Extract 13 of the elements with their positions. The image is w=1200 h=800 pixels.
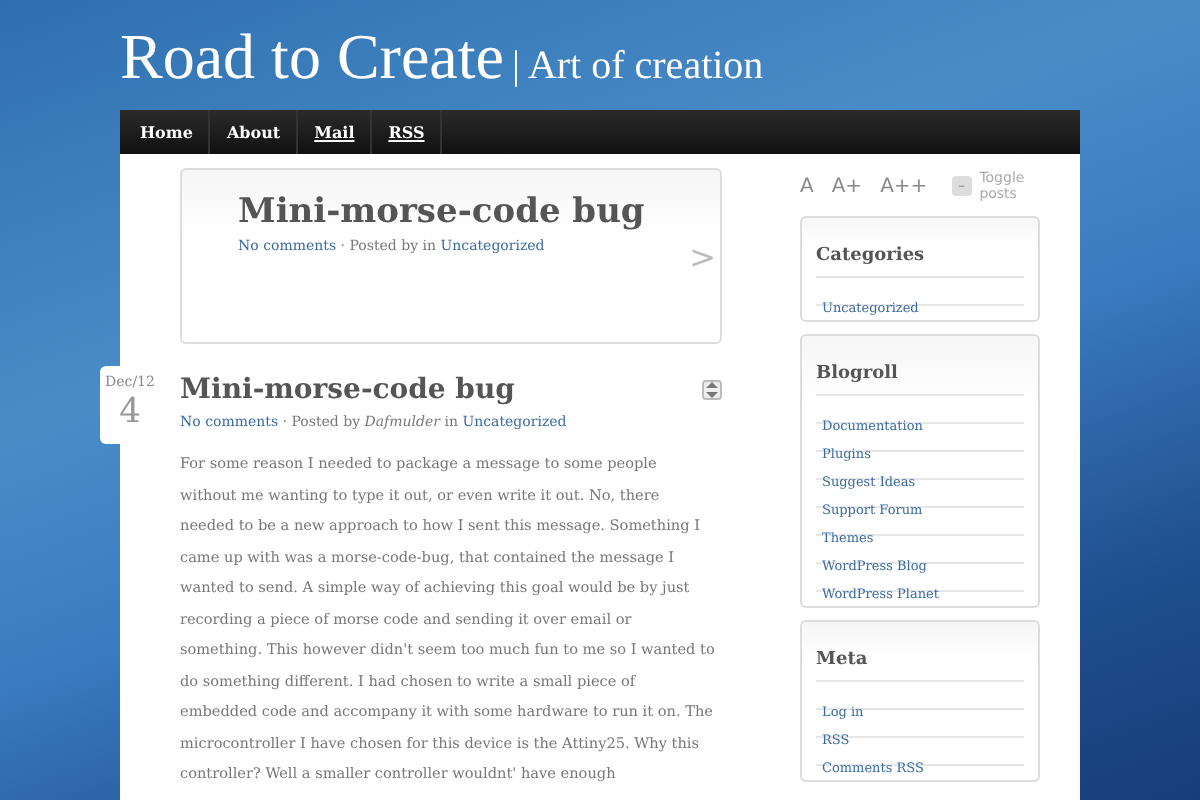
font-size-button[interactable]: A++ — [880, 171, 928, 201]
site-title[interactable]: Road to Create — [120, 16, 504, 96]
widget-title: Blogroll — [816, 360, 1024, 396]
date-day: 4 — [119, 392, 141, 432]
widget-title: Categories — [816, 242, 1024, 278]
site-tagline: Art of creation — [527, 42, 764, 92]
featured-post-title[interactable]: Mini-morse-code bug — [238, 190, 720, 234]
post-title[interactable]: Mini-morse-code bug — [180, 372, 515, 408]
widget-title: Meta — [816, 646, 1024, 682]
font-size-button[interactable]: A+ — [831, 171, 863, 201]
expand-toggle-icon[interactable] — [702, 380, 722, 400]
title-separator: | — [511, 42, 520, 92]
font-size-button[interactable]: A — [800, 171, 814, 201]
